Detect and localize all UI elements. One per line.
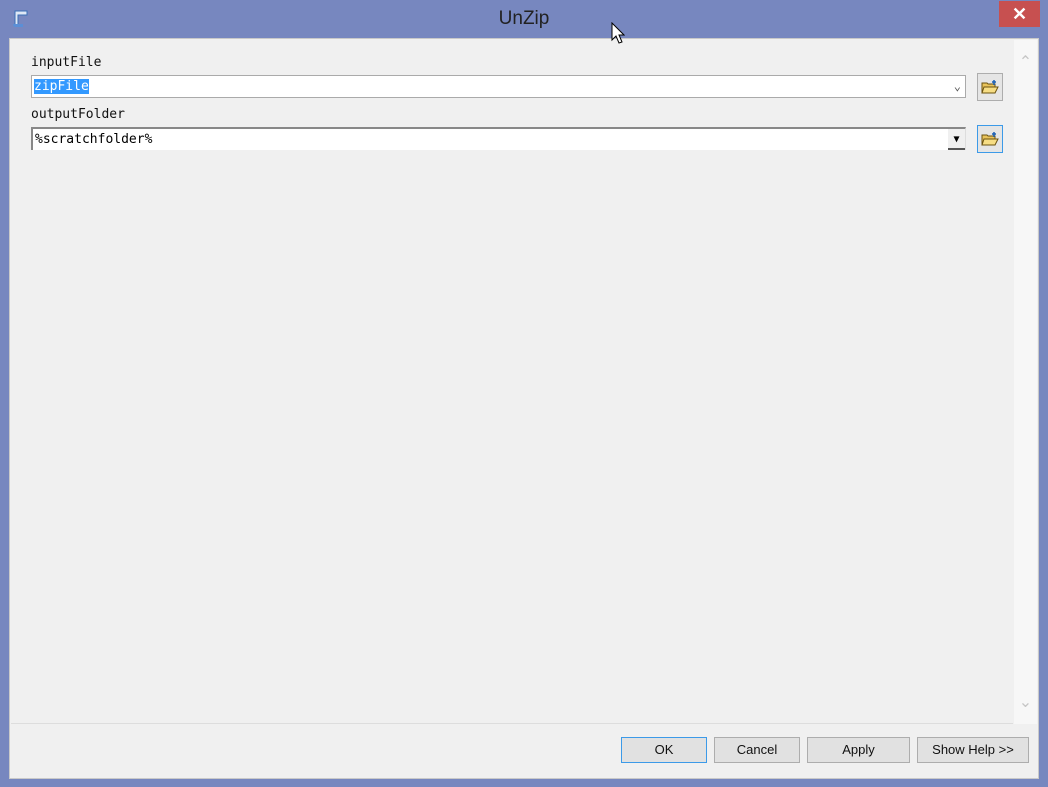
output-folder-combo[interactable]: %scratchfolder% ▼ [31, 127, 966, 150]
input-file-label: inputFile [31, 55, 102, 70]
vertical-scrollbar[interactable]: ⌃ ⌄ [1014, 40, 1037, 724]
mouse-cursor-icon [611, 22, 625, 44]
input-file-value: zipFile [34, 79, 89, 94]
scroll-down-icon[interactable]: ⌄ [1014, 692, 1037, 712]
dropdown-arrow-icon[interactable]: ▼ [948, 129, 965, 150]
open-folder-icon [981, 80, 999, 94]
cancel-button[interactable]: Cancel [714, 737, 800, 763]
output-folder-browse-button[interactable] [977, 125, 1003, 153]
chevron-down-icon[interactable]: ⌄ [954, 76, 961, 97]
window-title: UnZip [498, 8, 550, 29]
output-folder-value: %scratchfolder% [35, 132, 153, 147]
output-folder-label: outputFolder [31, 107, 125, 122]
show-help-button[interactable]: Show Help >> [917, 737, 1029, 763]
scroll-up-icon[interactable]: ⌃ [1014, 52, 1037, 72]
parameters-pane: inputFile zipFile ⌄ outputFolder %scratc… [11, 40, 1013, 724]
input-file-combo[interactable]: zipFile ⌄ [31, 75, 966, 98]
apply-button[interactable]: Apply [807, 737, 910, 763]
open-folder-icon [981, 132, 999, 146]
ok-button[interactable]: OK [621, 737, 707, 763]
dialog-client: inputFile zipFile ⌄ outputFolder %scratc… [9, 38, 1039, 779]
input-file-browse-button[interactable] [977, 73, 1003, 101]
close-button[interactable]: ✕ [999, 1, 1040, 27]
